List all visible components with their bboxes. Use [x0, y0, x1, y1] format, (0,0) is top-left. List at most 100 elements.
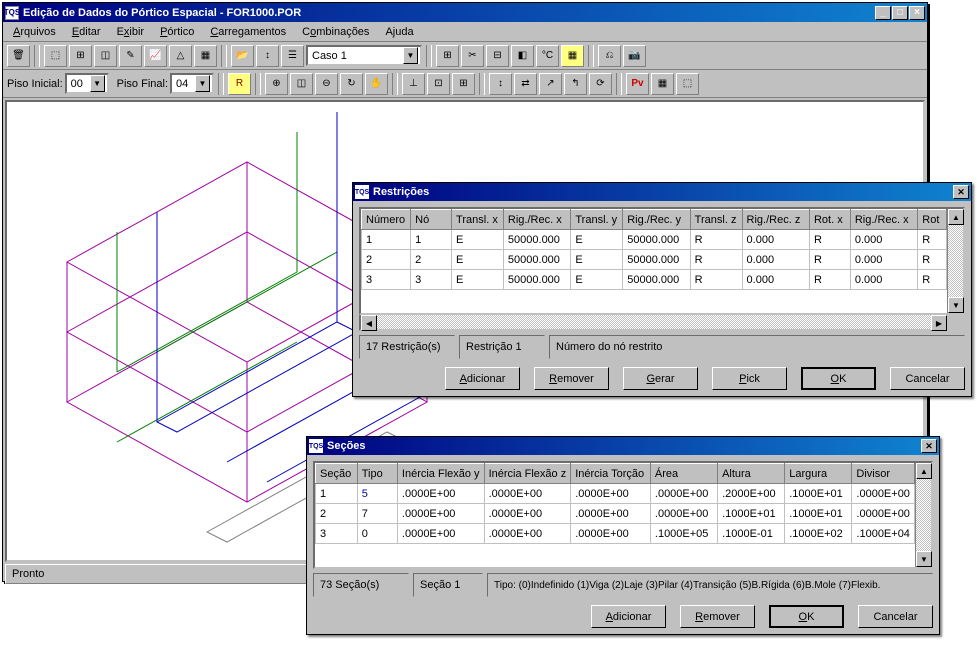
- minimize-button[interactable]: _: [875, 6, 891, 20]
- pan-icon[interactable]: ✋: [365, 73, 388, 95]
- menu-editar[interactable]: Editar: [64, 24, 109, 40]
- caso-combo[interactable]: Caso 1 ▼: [306, 45, 422, 66]
- tool-icon[interactable]: △: [169, 45, 192, 67]
- scroll-down-icon[interactable]: ▼: [916, 551, 932, 567]
- vertical-scrollbar[interactable]: ▲▼: [915, 463, 931, 567]
- tool-icon[interactable]: ↰: [564, 73, 587, 95]
- dialog-title-bar[interactable]: TQS Seções ✕: [307, 437, 939, 455]
- current-cell: Restrição 1: [459, 335, 545, 359]
- gerar-button[interactable]: Gerar: [623, 367, 698, 390]
- tool-icon[interactable]: ⬚: [44, 45, 67, 67]
- restricoes-grid[interactable]: Número Nó Transl. x Rig./Rec. x Transl. …: [359, 207, 965, 315]
- tool-icon[interactable]: ▦: [561, 45, 584, 67]
- cancelar-button[interactable]: Cancelar: [858, 605, 933, 628]
- tool-icon[interactable]: ⟳: [589, 73, 612, 95]
- ok-button[interactable]: OK: [769, 605, 844, 628]
- piso-final-label: Piso Final:: [117, 78, 168, 90]
- tool-icon[interactable]: ⊞: [69, 45, 92, 67]
- chevron-down-icon[interactable]: ▼: [403, 47, 418, 64]
- title-bar[interactable]: TQS Edição de Dados do Pórtico Espacial …: [3, 3, 927, 22]
- piso-final-combo[interactable]: 04▼: [170, 73, 214, 94]
- menu-exibir[interactable]: Exibir: [109, 24, 153, 40]
- tool-icon[interactable]: ↗: [539, 73, 562, 95]
- tool-icon[interactable]: ⊟: [486, 45, 509, 67]
- tool-icon[interactable]: ▦: [194, 45, 217, 67]
- piso-inicial-label: Piso Inicial:: [7, 78, 63, 90]
- app-icon: TQS: [309, 439, 323, 453]
- tool-icon[interactable]: ✎: [119, 45, 142, 67]
- maximize-button[interactable]: □: [892, 6, 908, 20]
- restricoes-dialog: TQS Restrições ✕ Número Nó Transl. x Rig…: [352, 182, 972, 397]
- ok-button[interactable]: OK: [801, 367, 876, 390]
- tool-icon[interactable]: 📂: [231, 45, 254, 67]
- table-row[interactable]: 33E50000.000E50000.000R0.000R0.000R: [362, 270, 947, 290]
- scroll-left-icon[interactable]: ◀: [361, 315, 377, 331]
- r-button[interactable]: R: [228, 73, 251, 95]
- close-icon[interactable]: ✕: [953, 185, 969, 199]
- count-cell: 73 Seção(s): [313, 573, 409, 597]
- tool-icon[interactable]: ⊞: [452, 73, 475, 95]
- grid-header-row: Seção Tipo Inércia Flexão y Inércia Flex…: [316, 464, 915, 484]
- tool-icon[interactable]: ☰: [281, 45, 304, 67]
- tool-icon[interactable]: ◫: [94, 45, 117, 67]
- adicionar-button[interactable]: Adicionar: [445, 367, 520, 390]
- adicionar-button[interactable]: Adicionar: [591, 605, 666, 628]
- toolbar-row-2: Piso Inicial: 00▼ Piso Final: 04▼ R ⊕ ◫ …: [3, 70, 927, 98]
- tool-icon[interactable]: 🗑: [7, 45, 30, 67]
- close-icon[interactable]: ✕: [921, 439, 937, 453]
- tool-icon[interactable]: 📷: [623, 45, 646, 67]
- horizontal-scrollbar[interactable]: ◀▶: [359, 315, 965, 331]
- help-cell: Número do nó restrito: [549, 335, 965, 359]
- table-row[interactable]: 30.0000E+00.0000E+00.0000E+00.1000E+05.1…: [316, 524, 915, 544]
- chevron-down-icon[interactable]: ▼: [90, 75, 105, 92]
- remover-button[interactable]: Remover: [680, 605, 755, 628]
- tool-icon[interactable]: ⬚: [676, 73, 699, 95]
- app-icon: TQS: [355, 185, 369, 199]
- tool-icon[interactable]: 📈: [144, 45, 167, 67]
- zoom-out-icon[interactable]: ⊖: [315, 73, 338, 95]
- tool-icon[interactable]: ⇄: [514, 73, 537, 95]
- table-row[interactable]: 27.0000E+00.0000E+00.0000E+00.0000E+00.1…: [316, 504, 915, 524]
- menu-combinacoes[interactable]: Combinações: [294, 24, 377, 40]
- tool-icon[interactable]: ↕: [256, 45, 279, 67]
- tool-icon[interactable]: ⊞: [436, 45, 459, 67]
- current-cell: Seção 1: [413, 573, 483, 597]
- tool-icon[interactable]: ⊡: [427, 73, 450, 95]
- scroll-up-icon[interactable]: ▲: [948, 209, 964, 225]
- dialog-title-bar[interactable]: TQS Restrições ✕: [353, 183, 971, 201]
- menu-portico[interactable]: Pórtico: [152, 24, 202, 40]
- tool-icon[interactable]: ⊥: [402, 73, 425, 95]
- scroll-up-icon[interactable]: ▲: [916, 463, 932, 479]
- table-row[interactable]: 22E50000.000E50000.000R0.000R0.000R: [362, 250, 947, 270]
- secoes-dialog: TQS Seções ✕ Seção Tipo Inércia Flexão y…: [306, 436, 940, 635]
- pick-button[interactable]: Pick: [712, 367, 787, 390]
- scroll-right-icon[interactable]: ▶: [931, 315, 947, 331]
- remover-button[interactable]: Remover: [534, 367, 609, 390]
- cancelar-button[interactable]: Cancelar: [890, 367, 965, 390]
- tool-icon[interactable]: ⎌: [598, 45, 621, 67]
- scroll-down-icon[interactable]: ▼: [948, 297, 964, 313]
- table-row[interactable]: 11E50000.000E50000.000R0.000R0.000R: [362, 230, 947, 250]
- tool-icon[interactable]: ◧: [511, 45, 534, 67]
- tool-icon[interactable]: ↕: [489, 73, 512, 95]
- menu-bar: Arquivos Editar Exibir Pórtico Carregame…: [3, 22, 927, 42]
- tool-icon[interactable]: ✂: [461, 45, 484, 67]
- chevron-down-icon[interactable]: ▼: [195, 75, 210, 92]
- piso-inicial-combo[interactable]: 00▼: [65, 73, 109, 94]
- vertical-scrollbar[interactable]: ▲▼: [947, 209, 963, 313]
- tool-icon[interactable]: ▦: [651, 73, 674, 95]
- menu-ajuda[interactable]: Ajuda: [377, 24, 421, 40]
- table-row[interactable]: 15.0000E+00.0000E+00.0000E+00.0000E+00.2…: [316, 484, 915, 504]
- zoom-window-icon[interactable]: ◫: [290, 73, 313, 95]
- refresh-icon[interactable]: ↻: [340, 73, 363, 95]
- zoom-in-icon[interactable]: ⊕: [265, 73, 288, 95]
- tool-icon[interactable]: °C: [536, 45, 559, 67]
- app-icon: TQS: [5, 6, 19, 20]
- help-cell: Tipo: (0)Indefinido (1)Viga (2)Laje (3)P…: [487, 573, 933, 597]
- close-button[interactable]: ×: [909, 6, 925, 20]
- caso-label: Caso 1: [312, 50, 347, 62]
- menu-arquivos[interactable]: Arquivos: [5, 24, 64, 40]
- menu-carregamentos[interactable]: Carregamentos: [202, 24, 294, 40]
- pv-button[interactable]: Pv: [626, 73, 649, 95]
- secoes-grid[interactable]: Seção Tipo Inércia Flexão y Inércia Flex…: [313, 461, 933, 569]
